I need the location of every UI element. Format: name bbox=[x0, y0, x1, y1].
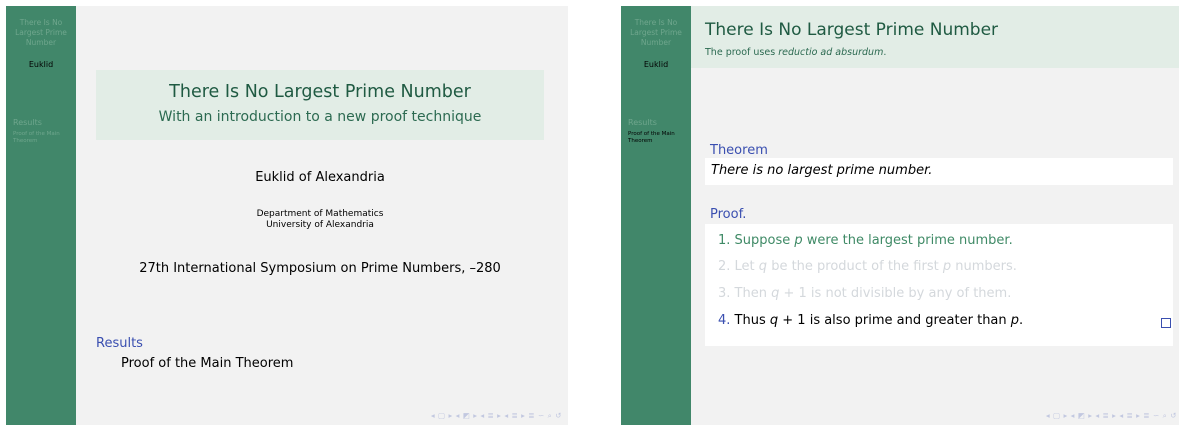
author-name: Euklid of Alexandria bbox=[255, 170, 385, 185]
step-variable: p bbox=[1010, 313, 1020, 328]
institute: Department of Mathematics University of … bbox=[96, 209, 544, 231]
sidebar: There Is No Largest Prime Number Euklid … bbox=[6, 6, 76, 425]
institute-line: University of Alexandria bbox=[266, 220, 374, 230]
sidebar-title-line: Number bbox=[25, 38, 57, 47]
step-variable: q bbox=[758, 259, 768, 274]
date-line: 27th International Symposium on Prime Nu… bbox=[139, 261, 501, 276]
sidebar-title-line: Largest Prime bbox=[15, 28, 67, 37]
sidebar-author[interactable]: Euklid bbox=[6, 60, 76, 69]
proof-step: 3. Then q + 1 is not divisible by any of… bbox=[718, 286, 1011, 301]
proof-slide: There Is No Largest Prime Number Euklid … bbox=[621, 6, 1179, 425]
sidebar-subsection-line: Proof of the Main bbox=[628, 131, 675, 137]
qed-box-icon bbox=[1161, 318, 1171, 328]
title-slide: There Is No Largest Prime Number Euklid … bbox=[6, 6, 568, 425]
proof-step: 1. Suppose p were the largest prime numb… bbox=[718, 233, 1013, 248]
sidebar-author[interactable]: Euklid bbox=[621, 60, 691, 69]
step-number: 4. bbox=[718, 313, 731, 328]
frame-subtitle-text: The proof uses bbox=[705, 47, 779, 58]
theorem-title: Theorem bbox=[710, 143, 768, 158]
proof-title: Proof. bbox=[710, 207, 747, 222]
step-text: . bbox=[1019, 313, 1024, 328]
sidebar-title-line: There Is No bbox=[634, 18, 678, 27]
sidebar-subsection-proof[interactable]: Proof of the Main Theorem bbox=[13, 131, 73, 145]
proof-step: 2. Let q be the product of the first p n… bbox=[718, 259, 1017, 274]
sidebar: There Is No Largest Prime Number Euklid … bbox=[621, 6, 691, 425]
toc-subsection-proof[interactable]: Proof of the Main Theorem bbox=[121, 356, 293, 371]
sidebar-title[interactable]: There Is No Largest Prime Number bbox=[621, 18, 691, 48]
sidebar-subsection-line: Theorem bbox=[13, 138, 38, 144]
sidebar-subsection-line: Proof of the Main bbox=[13, 131, 60, 137]
sidebar-subsection-line: Theorem bbox=[628, 138, 653, 144]
toc-section-results[interactable]: Results bbox=[96, 336, 143, 351]
step-text: + 1 is also prime and greater than bbox=[778, 313, 1011, 328]
step-number: 3. bbox=[718, 286, 731, 301]
navigation-symbols[interactable]: ◂ ▢ ▸ ◂ ◩ ▸ ◂ ≣ ▸ ◂ ≣ ▸ ≣ ∽ ⌕ ↺ bbox=[431, 411, 562, 421]
step-number: 2. bbox=[718, 259, 731, 274]
frame-title: There Is No Largest Prime Number bbox=[705, 20, 999, 40]
frame-header: There Is No Largest Prime Number The pro… bbox=[691, 6, 1179, 68]
step-text: numbers. bbox=[951, 259, 1017, 274]
sidebar-section-results[interactable]: Results bbox=[628, 118, 657, 127]
step-text: Let bbox=[734, 259, 759, 274]
navigation-symbols[interactable]: ◂ ▢ ▸ ◂ ◩ ▸ ◂ ≣ ▸ ◂ ≣ ▸ ≣ ∽ ⌕ ↺ bbox=[1046, 411, 1177, 421]
step-text: be the product of the first bbox=[767, 259, 943, 274]
step-text: were the largest prime number. bbox=[802, 233, 1013, 248]
frame-subtitle-emphasis: reductio ad absurdum bbox=[778, 47, 884, 58]
sidebar-subsection-proof[interactable]: Proof of the Main Theorem bbox=[628, 131, 688, 145]
sidebar-title-line: Number bbox=[640, 38, 672, 47]
step-text: + 1 is not divisible by any of them. bbox=[779, 286, 1012, 301]
step-text: Thus bbox=[734, 313, 770, 328]
step-text: Then bbox=[734, 286, 772, 301]
sidebar-section-results[interactable]: Results bbox=[13, 118, 42, 127]
frame-subtitle: The proof uses reductio ad absurdum. bbox=[705, 47, 886, 58]
sidebar-title-line: There Is No bbox=[19, 18, 63, 27]
theorem-body: There is no largest prime number. bbox=[705, 158, 1173, 185]
step-number: 1. bbox=[718, 233, 731, 248]
sidebar-title-line: Largest Prime bbox=[630, 28, 682, 37]
institute-line: Department of Mathematics bbox=[256, 209, 384, 219]
frame-subtitle-text: . bbox=[883, 47, 887, 58]
presentation-subtitle: With an introduction to a new proof tech… bbox=[158, 109, 482, 125]
sidebar-title[interactable]: There Is No Largest Prime Number bbox=[6, 18, 76, 48]
proof-step: 4. Thus q + 1 is also prime and greater … bbox=[718, 313, 1023, 328]
title-box: There Is No Largest Prime Number With an… bbox=[96, 70, 544, 140]
presentation-title: There Is No Largest Prime Number bbox=[169, 82, 471, 102]
proof-body: 1. Suppose p were the largest prime numb… bbox=[705, 224, 1173, 346]
step-variable: p bbox=[942, 259, 952, 274]
step-variable: q bbox=[769, 313, 779, 328]
step-text: Suppose bbox=[734, 233, 795, 248]
step-variable: p bbox=[794, 233, 803, 248]
